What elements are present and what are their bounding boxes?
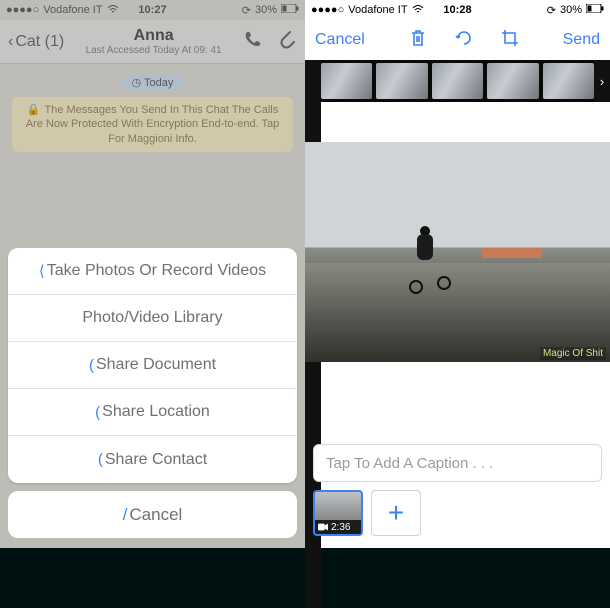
action-sheet-options: ⟨Take Photos Or Record Videos Photo/Vide… bbox=[8, 248, 297, 483]
add-media-button[interactable]: + bbox=[371, 490, 421, 536]
attachment-action-sheet: ⟨Take Photos Or Record Videos Photo/Vide… bbox=[8, 248, 297, 538]
video-watermark: Magic Of Shit bbox=[540, 347, 606, 360]
video-preview[interactable]: Magic Of Shit bbox=[305, 142, 610, 362]
caption-row bbox=[313, 444, 602, 482]
document-icon: ( bbox=[89, 357, 94, 374]
filmstrip-frame bbox=[432, 63, 483, 99]
selected-video-thumbnail[interactable]: 2:36 bbox=[313, 490, 363, 536]
cancel-label: Cancel bbox=[129, 505, 182, 525]
action-share-document[interactable]: (Share Document bbox=[8, 342, 297, 389]
action-label: Share Contact bbox=[105, 451, 207, 469]
caption-input[interactable] bbox=[313, 444, 602, 482]
crop-icon[interactable] bbox=[500, 28, 520, 53]
action-label: Take Photos Or Record Videos bbox=[47, 262, 266, 280]
action-cancel-button[interactable]: /Cancel bbox=[8, 491, 297, 538]
contact-icon: ( bbox=[98, 451, 103, 468]
plus-icon: + bbox=[388, 497, 404, 529]
filmstrip-frame bbox=[487, 63, 538, 99]
filmstrip-frame bbox=[376, 63, 427, 99]
cancel-button[interactable]: Cancel bbox=[315, 31, 365, 49]
whatsapp-chat-screen: ●●●●○ Vodafone IT 10:27 ⟳ 30% ‹ Cat (1) … bbox=[0, 0, 305, 548]
action-label: Share Document bbox=[96, 356, 216, 374]
cancel-icon: / bbox=[123, 505, 128, 525]
video-trim-filmstrip[interactable]: ‹ › bbox=[305, 60, 610, 102]
trash-icon[interactable] bbox=[408, 28, 428, 53]
filmstrip-frame bbox=[321, 63, 372, 99]
editor-toolbar: Cancel Send bbox=[305, 20, 610, 60]
action-label: Share Location bbox=[102, 403, 210, 421]
send-button[interactable]: Send bbox=[563, 31, 600, 49]
location-icon: ( bbox=[95, 404, 100, 421]
action-photo-video-library[interactable]: Photo/Video Library bbox=[8, 295, 297, 342]
action-label: Photo/Video Library bbox=[82, 309, 222, 327]
media-send-screen: ●●●●○ Vodafone IT 10:28 ⟳ 30% Cancel bbox=[305, 0, 610, 548]
trim-handle-right[interactable]: › bbox=[594, 60, 610, 102]
action-share-contact[interactable]: (Share Contact bbox=[8, 436, 297, 483]
preview-barrier bbox=[482, 248, 542, 258]
rotate-icon[interactable] bbox=[454, 28, 474, 53]
preview-motorcycle bbox=[409, 234, 443, 294]
action-take-photo-video[interactable]: ⟨Take Photos Or Record Videos bbox=[8, 248, 297, 295]
action-share-location[interactable]: (Share Location bbox=[8, 389, 297, 436]
camera-icon: ⟨ bbox=[39, 262, 45, 280]
status-bar-right: ●●●●○ Vodafone IT 10:28 ⟳ 30% bbox=[305, 0, 610, 20]
clock-label: 10:28 bbox=[305, 4, 610, 16]
media-thumbnail-bar: 2:36 + bbox=[305, 488, 610, 538]
filmstrip-frame bbox=[543, 63, 594, 99]
video-duration: 2:36 bbox=[331, 522, 350, 533]
video-icon bbox=[318, 523, 328, 531]
